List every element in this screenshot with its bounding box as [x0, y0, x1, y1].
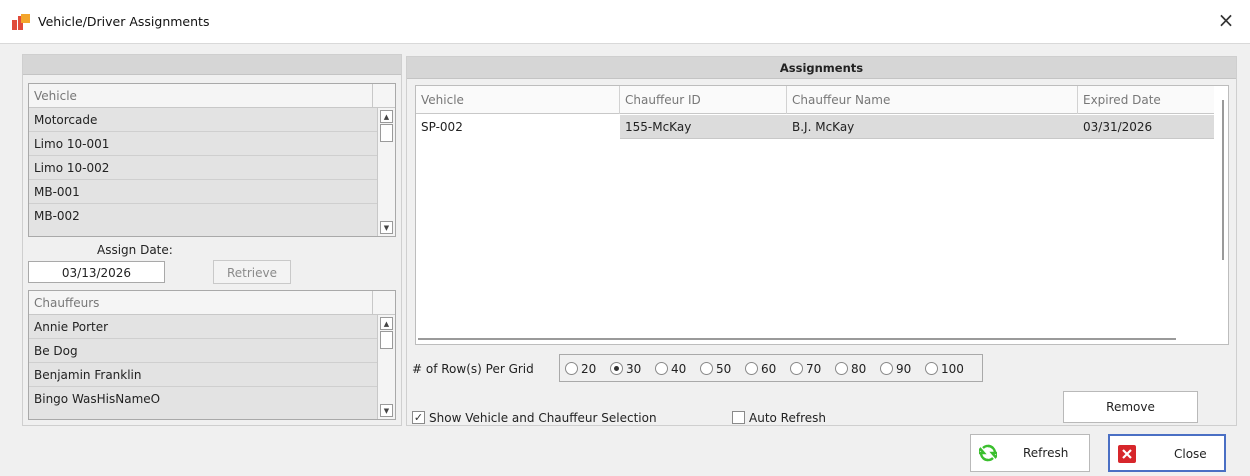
remove-button-label: Remove	[1106, 400, 1155, 414]
chauffeur-list-item[interactable]: Benjamin Franklin	[29, 363, 377, 387]
checkmark-icon[interactable]: ✓	[412, 411, 425, 424]
radio-rows-50[interactable]: 50	[700, 361, 731, 377]
radio-label: 80	[851, 361, 867, 376]
header-divider	[372, 84, 373, 108]
title-bar: Vehicle/Driver Assignments ×	[0, 0, 1250, 44]
chauffeur-list-item[interactable]: Annie Porter	[29, 315, 377, 339]
window-close-icon[interactable]: ×	[1216, 10, 1236, 30]
radio-rows-80[interactable]: 80	[835, 361, 866, 377]
table-row[interactable]: SP-002 155-McKay B.J. McKay 03/31/2026	[416, 115, 1214, 139]
assignments-vertical-scrollbar[interactable]	[1222, 100, 1224, 260]
column-header-vehicle[interactable]: Vehicle	[416, 86, 620, 114]
assignments-panel: Assignments Vehicle Chauffeur ID Chauffe…	[406, 56, 1237, 426]
vehicle-column-header: Vehicle	[34, 89, 77, 103]
vehicle-list-scrollbar[interactable]: ▲ ▼	[377, 108, 395, 236]
radio-rows-30[interactable]: 30	[610, 361, 641, 377]
radio-button[interactable]	[835, 362, 848, 375]
arrow-up-icon[interactable]: ▲	[380, 317, 393, 330]
show-selection-checkbox[interactable]: ✓ Show Vehicle and Chauffeur Selection	[412, 410, 657, 425]
remove-button[interactable]: Remove	[1063, 391, 1198, 423]
radio-button[interactable]	[790, 362, 803, 375]
close-button[interactable]: Close	[1108, 434, 1226, 472]
arrow-up-icon[interactable]: ▲	[380, 110, 393, 123]
auto-refresh-checkbox[interactable]: Auto Refresh	[732, 410, 826, 425]
radio-label: 20	[581, 361, 597, 376]
assign-date-input[interactable]: 03/13/2026	[28, 261, 165, 283]
window-title: Vehicle/Driver Assignments	[38, 14, 210, 29]
arrow-down-icon[interactable]: ▼	[380, 404, 393, 417]
scroll-thumb[interactable]	[380, 331, 393, 349]
refresh-icon	[979, 444, 997, 462]
radio-button-selected[interactable]	[610, 362, 623, 375]
radio-label: 100	[941, 361, 964, 376]
vehicle-list[interactable]: Vehicle Motorcade Limo 10-001 Limo 10-00…	[28, 83, 396, 237]
vehicle-list-item[interactable]: MB-002	[29, 204, 377, 228]
radio-label: 50	[716, 361, 732, 376]
chauffeur-list-header[interactable]: Chauffeurs	[29, 291, 395, 315]
radio-label: 40	[671, 361, 687, 376]
radio-button[interactable]	[655, 362, 668, 375]
vehicle-list-item[interactable]: MB-001	[29, 180, 377, 204]
chauffeurs-column-header: Chauffeurs	[34, 296, 100, 310]
radio-button[interactable]	[745, 362, 758, 375]
radio-label: 70	[806, 361, 822, 376]
cell-expired-date[interactable]: 03/31/2026	[1078, 115, 1216, 139]
vehicle-list-item[interactable]: Motorcade	[29, 108, 377, 132]
assign-date-label: Assign Date:	[97, 243, 173, 257]
chauffeur-list-item[interactable]: Be Dog	[29, 339, 377, 363]
assignments-horizontal-scrollbar[interactable]	[418, 338, 1176, 340]
radio-rows-100[interactable]: 100	[925, 361, 964, 377]
chauffeur-list-item[interactable]: Bingo WasHisNameO	[29, 387, 377, 411]
show-selection-label: Show Vehicle and Chauffeur Selection	[429, 410, 657, 425]
column-header-chauffeur-id[interactable]: Chauffeur ID	[620, 86, 787, 114]
arrow-down-icon[interactable]: ▼	[380, 221, 393, 234]
chauffeur-list[interactable]: Chauffeurs Annie Porter Be Dog Benjamin …	[28, 290, 396, 420]
assignments-grid[interactable]: Vehicle Chauffeur ID Chauffeur Name Expi…	[415, 85, 1229, 345]
radio-label: 90	[896, 361, 912, 376]
header-divider	[372, 291, 373, 315]
checkbox-box[interactable]	[732, 411, 745, 424]
radio-rows-60[interactable]: 60	[745, 361, 776, 377]
refresh-button[interactable]: Refresh	[970, 434, 1090, 472]
radio-button[interactable]	[565, 362, 578, 375]
column-header-expired-date[interactable]: Expired Date	[1078, 86, 1216, 114]
cell-chauffeur-name[interactable]: B.J. McKay	[787, 115, 1078, 139]
app-logo-icon	[12, 14, 30, 30]
refresh-button-label: Refresh	[1023, 446, 1069, 460]
vehicle-list-item[interactable]: Limo 10-001	[29, 132, 377, 156]
retrieve-button[interactable]: Retrieve	[213, 260, 291, 284]
cell-vehicle[interactable]: SP-002	[416, 115, 620, 139]
close-button-label: Close	[1174, 447, 1207, 461]
chauffeur-list-scrollbar[interactable]: ▲ ▼	[377, 315, 395, 419]
radio-rows-20[interactable]: 20	[565, 361, 596, 377]
assignments-grid-header: Vehicle Chauffeur ID Chauffeur Name Expi…	[416, 86, 1214, 114]
vehicle-list-item[interactable]: Limo 10-002	[29, 156, 377, 180]
selection-panel-header	[23, 55, 401, 75]
radio-rows-70[interactable]: 70	[790, 361, 821, 377]
radio-button[interactable]	[880, 362, 893, 375]
auto-refresh-label: Auto Refresh	[749, 410, 826, 425]
assignments-title: Assignments	[407, 57, 1236, 79]
radio-button[interactable]	[700, 362, 713, 375]
radio-button[interactable]	[925, 362, 938, 375]
rows-per-grid-label: # of Row(s) Per Grid	[412, 362, 534, 376]
rows-per-grid-options: 20 30 40 50 60 70 80 90 100	[559, 354, 983, 382]
cell-chauffeur-id[interactable]: 155-McKay	[620, 115, 787, 139]
vehicle-list-header[interactable]: Vehicle	[29, 84, 395, 108]
scroll-thumb[interactable]	[380, 124, 393, 142]
column-header-chauffeur-name[interactable]: Chauffeur Name	[787, 86, 1078, 114]
radio-label: 60	[761, 361, 777, 376]
radio-rows-90[interactable]: 90	[880, 361, 911, 377]
selection-panel: Vehicle Motorcade Limo 10-001 Limo 10-00…	[22, 54, 402, 426]
radio-rows-40[interactable]: 40	[655, 361, 686, 377]
radio-label: 30	[626, 361, 642, 376]
close-icon	[1118, 445, 1136, 463]
